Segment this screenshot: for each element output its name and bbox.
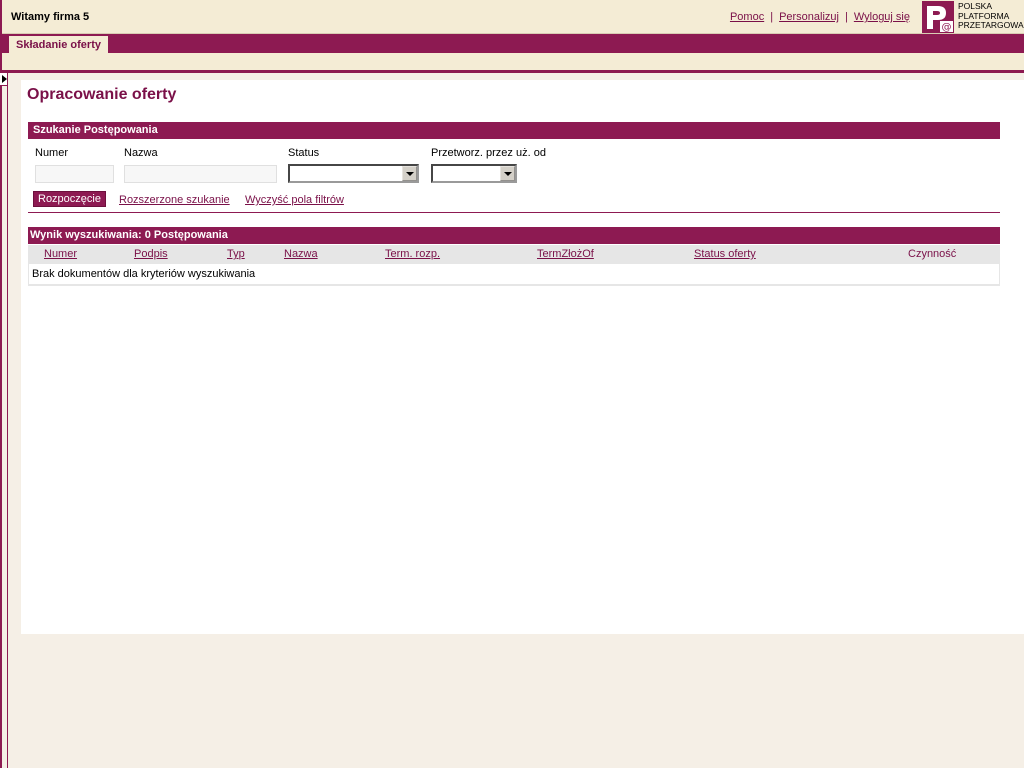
welcome-text: Witamy firma 5	[11, 11, 90, 23]
numer-input[interactable]	[35, 165, 114, 183]
status-select[interactable]	[288, 164, 419, 183]
column-header-numer[interactable]: Numer	[44, 248, 77, 260]
column-header-typ[interactable]: Typ	[227, 248, 245, 260]
platform-logo-icon: @	[922, 1, 954, 33]
header-links: Pomoc | Personalizuj | Wyloguj się	[730, 11, 910, 23]
column-header-termzlozof[interactable]: TermZłożOf	[537, 248, 594, 260]
numer-label: Numer	[35, 147, 69, 159]
app-header: Witamy firma 5 Pomoc | Personalizuj | Wylogu…	[2, 0, 1024, 34]
search-divider	[28, 212, 1000, 213]
platform-logo-text: POLSKA PLATFORMA PRZETARGOWA	[958, 1, 1024, 30]
column-header-nazwa[interactable]: Nazwa	[284, 248, 318, 260]
przetworz-label: Przetworz. przez uż. od	[431, 147, 546, 159]
link-separator: |	[770, 11, 774, 23]
expand-panel-toggle[interactable]	[0, 72, 8, 86]
nazwa-label: Nazwa	[124, 147, 158, 159]
main-nav: Składanie oferty	[2, 34, 1024, 53]
tab-skladanie-oferty[interactable]: Składanie oferty	[9, 36, 108, 53]
page-title: Opracowanie oferty	[27, 86, 177, 103]
column-header-czynnosc: Czynność	[908, 248, 957, 260]
advanced-search-link[interactable]: Rozszerzone szukanie	[119, 194, 230, 206]
left-rail-border	[0, 0, 2, 768]
nav-divider	[2, 70, 1024, 73]
svg-text:@: @	[942, 22, 952, 33]
results-table-header: Numer Podpis Typ Nazwa Term. rozp. TermZ…	[28, 245, 1000, 264]
results-table-footer	[28, 284, 1000, 286]
empty-results-message: Brak dokumentów dla kryteriów wyszukiwan…	[32, 268, 256, 280]
status-label: Status	[288, 147, 320, 159]
link-separator: |	[844, 11, 848, 23]
platform-logo: @ POLSKA PLATFORMA PRZETARGOWA	[922, 1, 1024, 33]
przetworz-select[interactable]	[431, 164, 517, 183]
personalize-link[interactable]: Personalizuj	[779, 11, 839, 23]
chevron-down-icon[interactable]	[402, 166, 417, 181]
help-link[interactable]: Pomoc	[730, 11, 764, 23]
column-header-term-rozp[interactable]: Term. rozp.	[385, 248, 440, 260]
results-section-header: Wynik wyszukiwania: 0 Postępowania	[28, 227, 1000, 244]
column-header-podpis[interactable]: Podpis	[134, 248, 168, 260]
start-search-button[interactable]: Rozpoczęcie	[33, 191, 106, 207]
results-table-body: Brak dokumentów dla kryteriów wyszukiwan…	[28, 264, 1000, 286]
expand-arrow-icon	[2, 75, 7, 83]
clear-filters-link[interactable]: Wyczyść pola filtrów	[245, 194, 344, 206]
sub-nav	[2, 53, 1024, 70]
nazwa-input[interactable]	[124, 165, 277, 183]
logout-link[interactable]: Wyloguj się	[854, 11, 910, 23]
main-content: Opracowanie oferty Szukanie Postępowania…	[21, 80, 1024, 634]
search-section-header: Szukanie Postępowania	[28, 122, 1000, 139]
column-header-status-oferty[interactable]: Status oferty	[694, 248, 756, 260]
chevron-down-icon[interactable]	[500, 166, 515, 181]
